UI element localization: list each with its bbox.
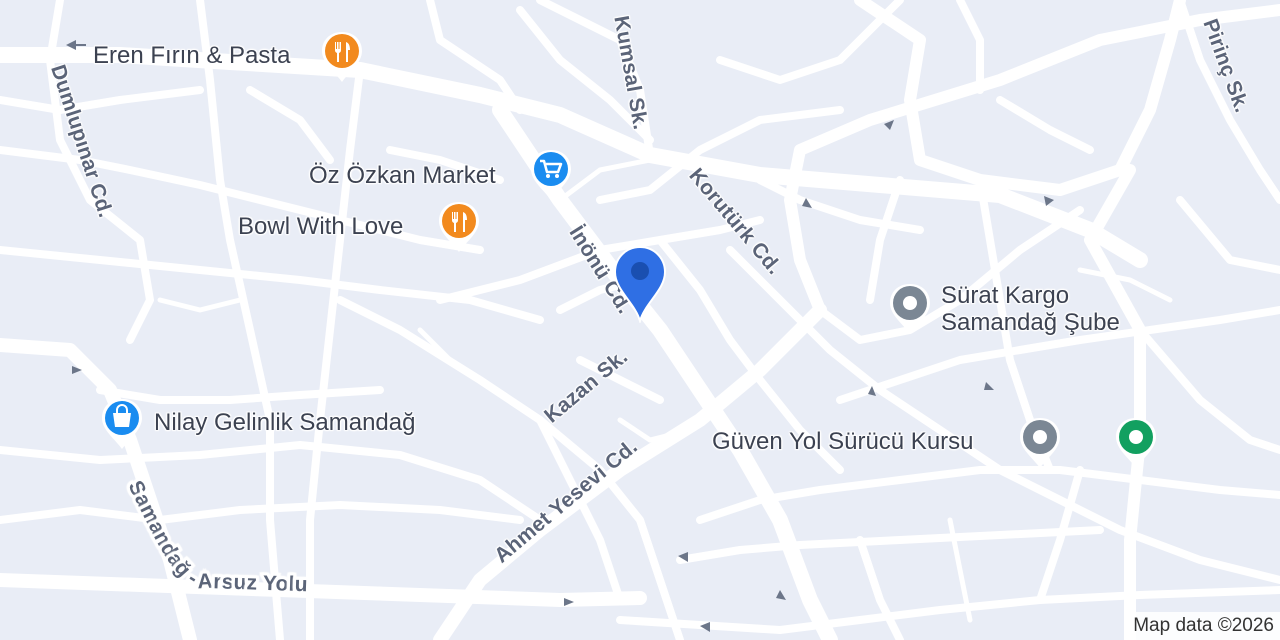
- map-attribution: Map data ©2026: [1127, 612, 1280, 640]
- restaurant-icon: [439, 202, 479, 252]
- restaurant-icon: [322, 32, 362, 82]
- samandag-arsuz-text: Samandağ - Arsuz Yolu: [122, 475, 310, 598]
- svg-text:Samandağ - Arsuz Yolu: Samandağ - Arsuz Yolu: [124, 477, 308, 596]
- generic-place-icon: [890, 284, 930, 334]
- place-icon: [1116, 418, 1156, 468]
- location-pin-icon[interactable]: [613, 245, 667, 323]
- shopping-bag-icon: [102, 399, 142, 449]
- poi-label: Güven Yol Sürücü Kursu: [712, 428, 974, 455]
- poi-label-line2: Samandağ Şube: [941, 309, 1120, 336]
- poi-label-line1: Sürat Kargo: [941, 282, 1070, 309]
- poi-label: Öz Özkan Market: [309, 162, 496, 189]
- generic-place-icon: [1020, 418, 1060, 468]
- street-label-samandag-arsuz-line: Samandağ - Arsuz Yolu: [116, 475, 336, 616]
- poi-label: Bowl With Love: [238, 213, 404, 240]
- map-canvas[interactable]: Kumsal Sk. Dumlupınar Cd. Korutürk Cd. İ…: [0, 0, 1280, 640]
- poi-label: Eren Fırın & Pasta: [93, 42, 291, 69]
- poi-label: Nilay Gelinlik Samandağ: [154, 409, 416, 436]
- samandag-arsuz-label-path: Samandağ - Arsuz Yolu: [122, 475, 310, 598]
- shopping-cart-icon: [531, 150, 571, 200]
